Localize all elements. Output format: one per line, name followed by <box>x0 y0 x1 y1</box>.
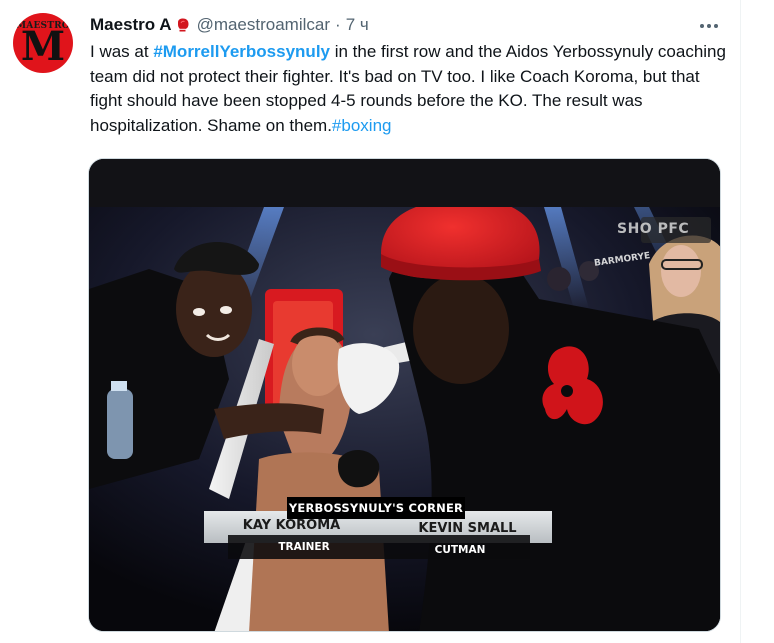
hashtag-link[interactable]: #boxing <box>332 116 392 135</box>
more-options-button[interactable] <box>694 14 724 38</box>
avatar[interactable]: MAESTRO M <box>13 13 73 73</box>
display-name[interactable]: Maestro A <box>90 15 172 35</box>
tweet[interactable]: MAESTRO M Maestro A @maestroamilcar · 7 … <box>0 0 774 643</box>
timestamp[interactable]: 7 ч <box>346 15 369 35</box>
separator-dot: · <box>335 15 341 34</box>
boxing-glove-icon <box>177 18 189 32</box>
tweet-text: I was at #MorrellYerbossynuly in the fir… <box>90 40 730 138</box>
tweet-header: Maestro A @maestroamilcar · 7 ч <box>90 13 369 37</box>
tv-bezel <box>89 159 720 207</box>
network-logo: SHO PFC <box>617 221 690 237</box>
tweet-text-part1: I was at <box>90 42 154 61</box>
avatar-letter: M <box>20 23 66 70</box>
hashtag-link[interactable]: #MorrellYerbossynuly <box>153 42 330 61</box>
timeline-border <box>740 0 741 643</box>
more-horizontal-icon <box>700 24 704 28</box>
tweet-photo[interactable]: SHO PFC BARMORYE YERBOSSYNULY'S CORNER K… <box>88 158 721 632</box>
user-handle[interactable]: @maestroamilcar <box>197 15 330 35</box>
